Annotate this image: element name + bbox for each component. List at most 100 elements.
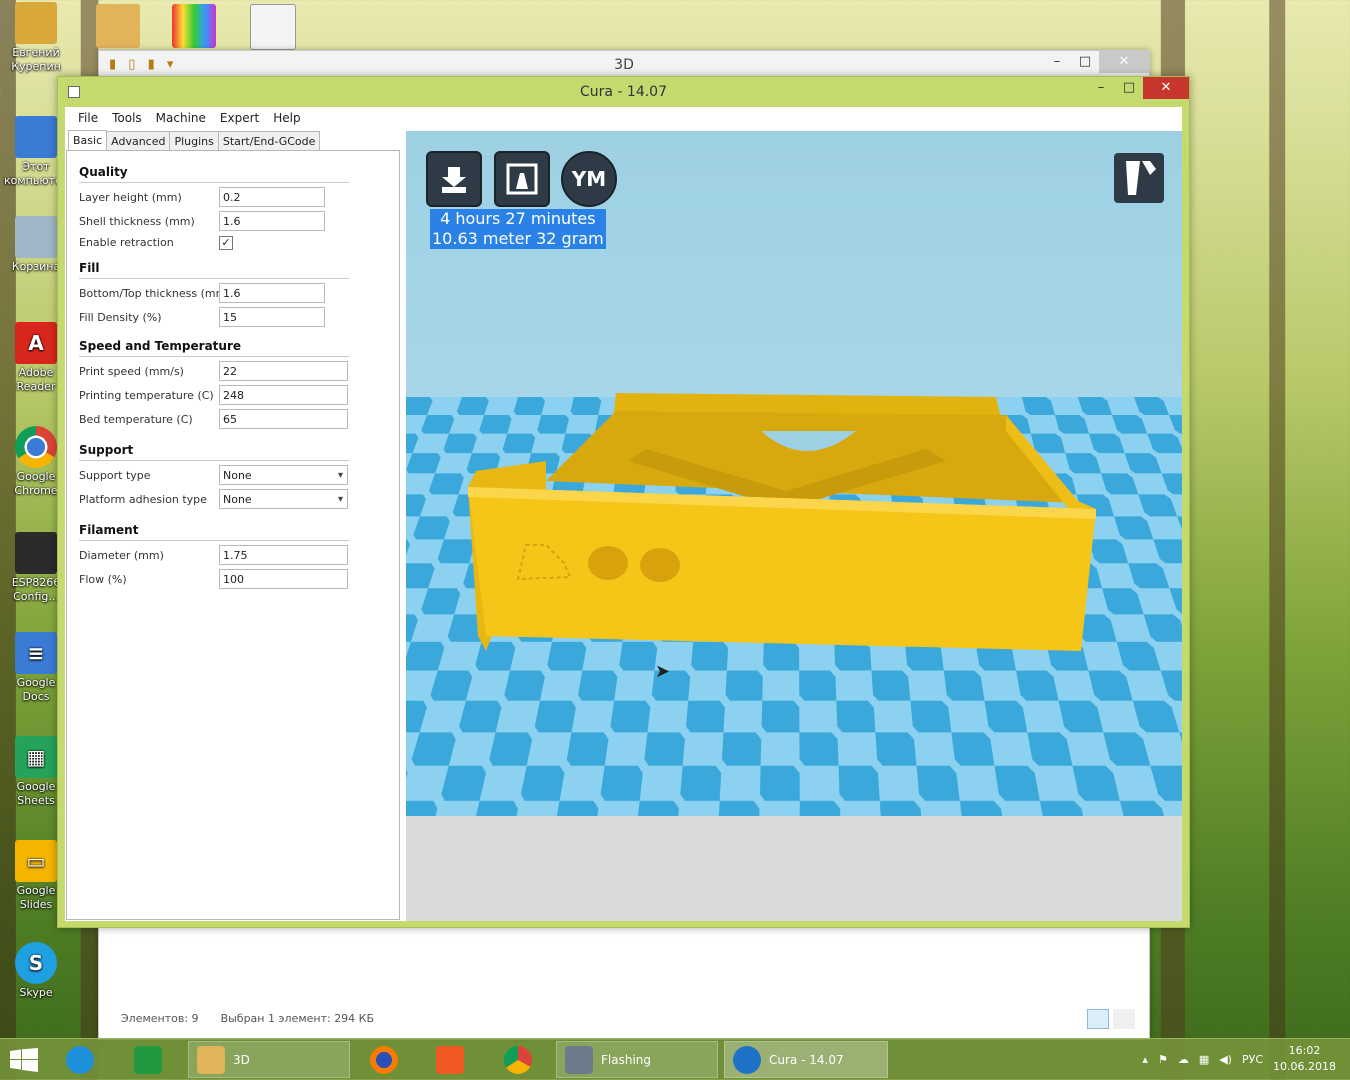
language-indicator[interactable]: РУС — [1242, 1053, 1263, 1066]
adobe-reader-icon: A — [15, 322, 57, 364]
mi-icon — [436, 1045, 464, 1074]
store-icon — [134, 1045, 162, 1074]
menu-bar: File Tools Machine Expert Help — [65, 107, 411, 129]
desktop-icon-label: Google Docs — [16, 676, 56, 703]
diameter-label: Diameter (mm) — [79, 549, 164, 562]
bed-temperature-input[interactable]: 65 — [219, 409, 348, 429]
chevron-down-icon: ▾ — [337, 494, 343, 505]
fill-density-label: Fill Density (%) — [79, 311, 162, 324]
maximize-button[interactable]: □ — [1115, 77, 1143, 99]
fill-density-input[interactable]: 15 — [219, 307, 325, 327]
explorer-statusbar: Элементов: 9 Выбран 1 элемент: 294 КБ — [121, 1012, 374, 1025]
desktop-folder-icon[interactable] — [96, 4, 140, 48]
clock[interactable]: 16:02 10.06.2018 — [1273, 1043, 1336, 1075]
taskbar-label: 3D — [233, 1052, 250, 1067]
support-type-select[interactable]: None ▾ — [219, 465, 348, 485]
taskbar-chrome[interactable] — [504, 1041, 540, 1078]
layer-height-input[interactable]: 0.2 — [219, 187, 325, 207]
print-speed-label: Print speed (mm/s) — [79, 365, 184, 378]
section-support-title: Support — [79, 443, 351, 461]
cura-titlebar[interactable]: Cura - 14.07 – □ ✕ — [58, 77, 1189, 105]
print-time: 4 hours 27 minutes — [440, 209, 596, 228]
section-quality-title: Quality — [79, 165, 348, 183]
print-model[interactable] — [406, 131, 1182, 921]
load-model-button[interactable] — [426, 151, 482, 207]
volume-icon[interactable]: ◀) — [1219, 1053, 1232, 1066]
flag-icon[interactable]: ⚑ — [1158, 1053, 1168, 1066]
taskbar-ie[interactable] — [66, 1041, 102, 1078]
taskbar-explorer-3d[interactable]: 3D — [188, 1041, 350, 1078]
desktop-icon-user-folder[interactable]: Евгений Курепин — [4, 2, 68, 74]
cloud-icon[interactable]: ☁ — [1178, 1053, 1189, 1066]
flow-input[interactable]: 100 — [219, 569, 348, 589]
minimize-button[interactable]: – — [1043, 51, 1071, 73]
google-sheets-icon: ▦ — [15, 736, 57, 778]
cura-client: File Tools Machine Expert Help Basic Adv… — [65, 107, 1182, 921]
menu-machine[interactable]: Machine — [149, 107, 213, 129]
cura-title: Cura - 14.07 — [579, 84, 667, 100]
close-button[interactable]: ✕ — [1143, 77, 1189, 99]
desktop-paint-icon[interactable] — [250, 4, 296, 50]
desktop-icon-label: ESP8266 Config... — [11, 576, 61, 603]
enable-retraction-label: Enable retraction — [79, 236, 174, 249]
diameter-input[interactable]: 1.75 — [219, 545, 348, 565]
taskbar-store[interactable] — [134, 1041, 170, 1078]
folder-icon — [15, 2, 57, 44]
taskbar-cura[interactable]: Cura - 14.07 — [724, 1041, 888, 1078]
chevron-down-icon: ▾ — [337, 470, 343, 481]
bottom-top-thickness-input[interactable]: 1.6 — [219, 283, 325, 303]
taskbar-firefox[interactable] — [370, 1041, 406, 1078]
desktop-icon-skype[interactable]: S Skype — [4, 942, 68, 1000]
google-slides-icon: ▭ — [15, 840, 57, 882]
recycle-bin-icon — [15, 216, 57, 258]
view-mode-button[interactable] — [1114, 153, 1164, 203]
platform-adhesion-select[interactable]: None ▾ — [219, 489, 348, 509]
minimize-button[interactable]: – — [1087, 77, 1115, 99]
network-icon[interactable]: ▦ — [1199, 1053, 1209, 1066]
youmagine-button[interactable]: YM — [561, 151, 617, 207]
start-button[interactable] — [10, 1048, 38, 1072]
menu-file[interactable]: File — [71, 107, 105, 129]
support-type-value: None — [223, 469, 252, 482]
clock-time: 16:02 — [1288, 1044, 1321, 1057]
print-button[interactable] — [494, 151, 550, 207]
selection-info: Выбран 1 элемент: 294 КБ — [220, 1012, 375, 1025]
camera-icon — [565, 1045, 593, 1074]
taskbar-flashing[interactable]: Flashing — [556, 1041, 718, 1078]
taskbar-mi[interactable] — [436, 1041, 472, 1078]
section-speed-title: Speed and Temperature — [79, 339, 349, 357]
menu-expert[interactable]: Expert — [213, 107, 266, 129]
close-button[interactable]: ✕ — [1099, 51, 1149, 73]
esp8266-config-icon — [15, 532, 57, 574]
printing-temperature-input[interactable]: 248 — [219, 385, 348, 405]
bottom-top-thickness-label: Bottom/Top thickness (mm) — [79, 287, 231, 300]
support-type-label: Support type — [79, 469, 151, 482]
desktop-icon-label: Google Sheets — [16, 780, 56, 807]
desktop-icon-label: Adobe Reader — [16, 366, 56, 393]
print-speed-input[interactable]: 22 — [219, 361, 348, 381]
menu-tools[interactable]: Tools — [105, 107, 149, 129]
explorer-title: 3D — [614, 57, 634, 73]
platform-adhesion-value: None — [223, 493, 252, 506]
tab-basic[interactable]: Basic — [68, 130, 108, 152]
desktop-icon-label: Skype — [19, 986, 53, 999]
print-material: 10.63 meter 32 gram — [432, 229, 604, 248]
show-hidden-icons-icon[interactable]: ▴ — [1142, 1053, 1148, 1066]
system-tray: ▴ ⚑ ☁ ▦ ◀) РУС 16:02 10.06.2018 — [1142, 1043, 1336, 1075]
icons-view-button[interactable] — [1113, 1009, 1135, 1029]
cura-window: Cura - 14.07 – □ ✕ File Tools Machine Ex… — [57, 76, 1190, 928]
load-icon — [442, 167, 466, 193]
details-view-button[interactable] — [1087, 1009, 1109, 1029]
3d-viewport[interactable]: YM 4 hours 27 minutes 10.63 meter 32 gra… — [406, 131, 1182, 921]
shell-thickness-input[interactable]: 1.6 — [219, 211, 325, 231]
section-fill-title: Fill — [79, 261, 344, 279]
desktop-icon-label: Google Slides — [16, 884, 56, 911]
enable-retraction-checkbox[interactable]: ✓ — [219, 236, 233, 250]
item-count: Элементов: 9 — [121, 1012, 199, 1025]
menu-help[interactable]: Help — [266, 107, 307, 129]
desktop-color-app-icon[interactable] — [172, 4, 216, 48]
flow-label: Flow (%) — [79, 573, 127, 586]
folder-icon — [197, 1045, 225, 1074]
desktop-icon-label: Евгений Курепин — [11, 46, 61, 73]
maximize-button[interactable]: □ — [1071, 51, 1099, 73]
